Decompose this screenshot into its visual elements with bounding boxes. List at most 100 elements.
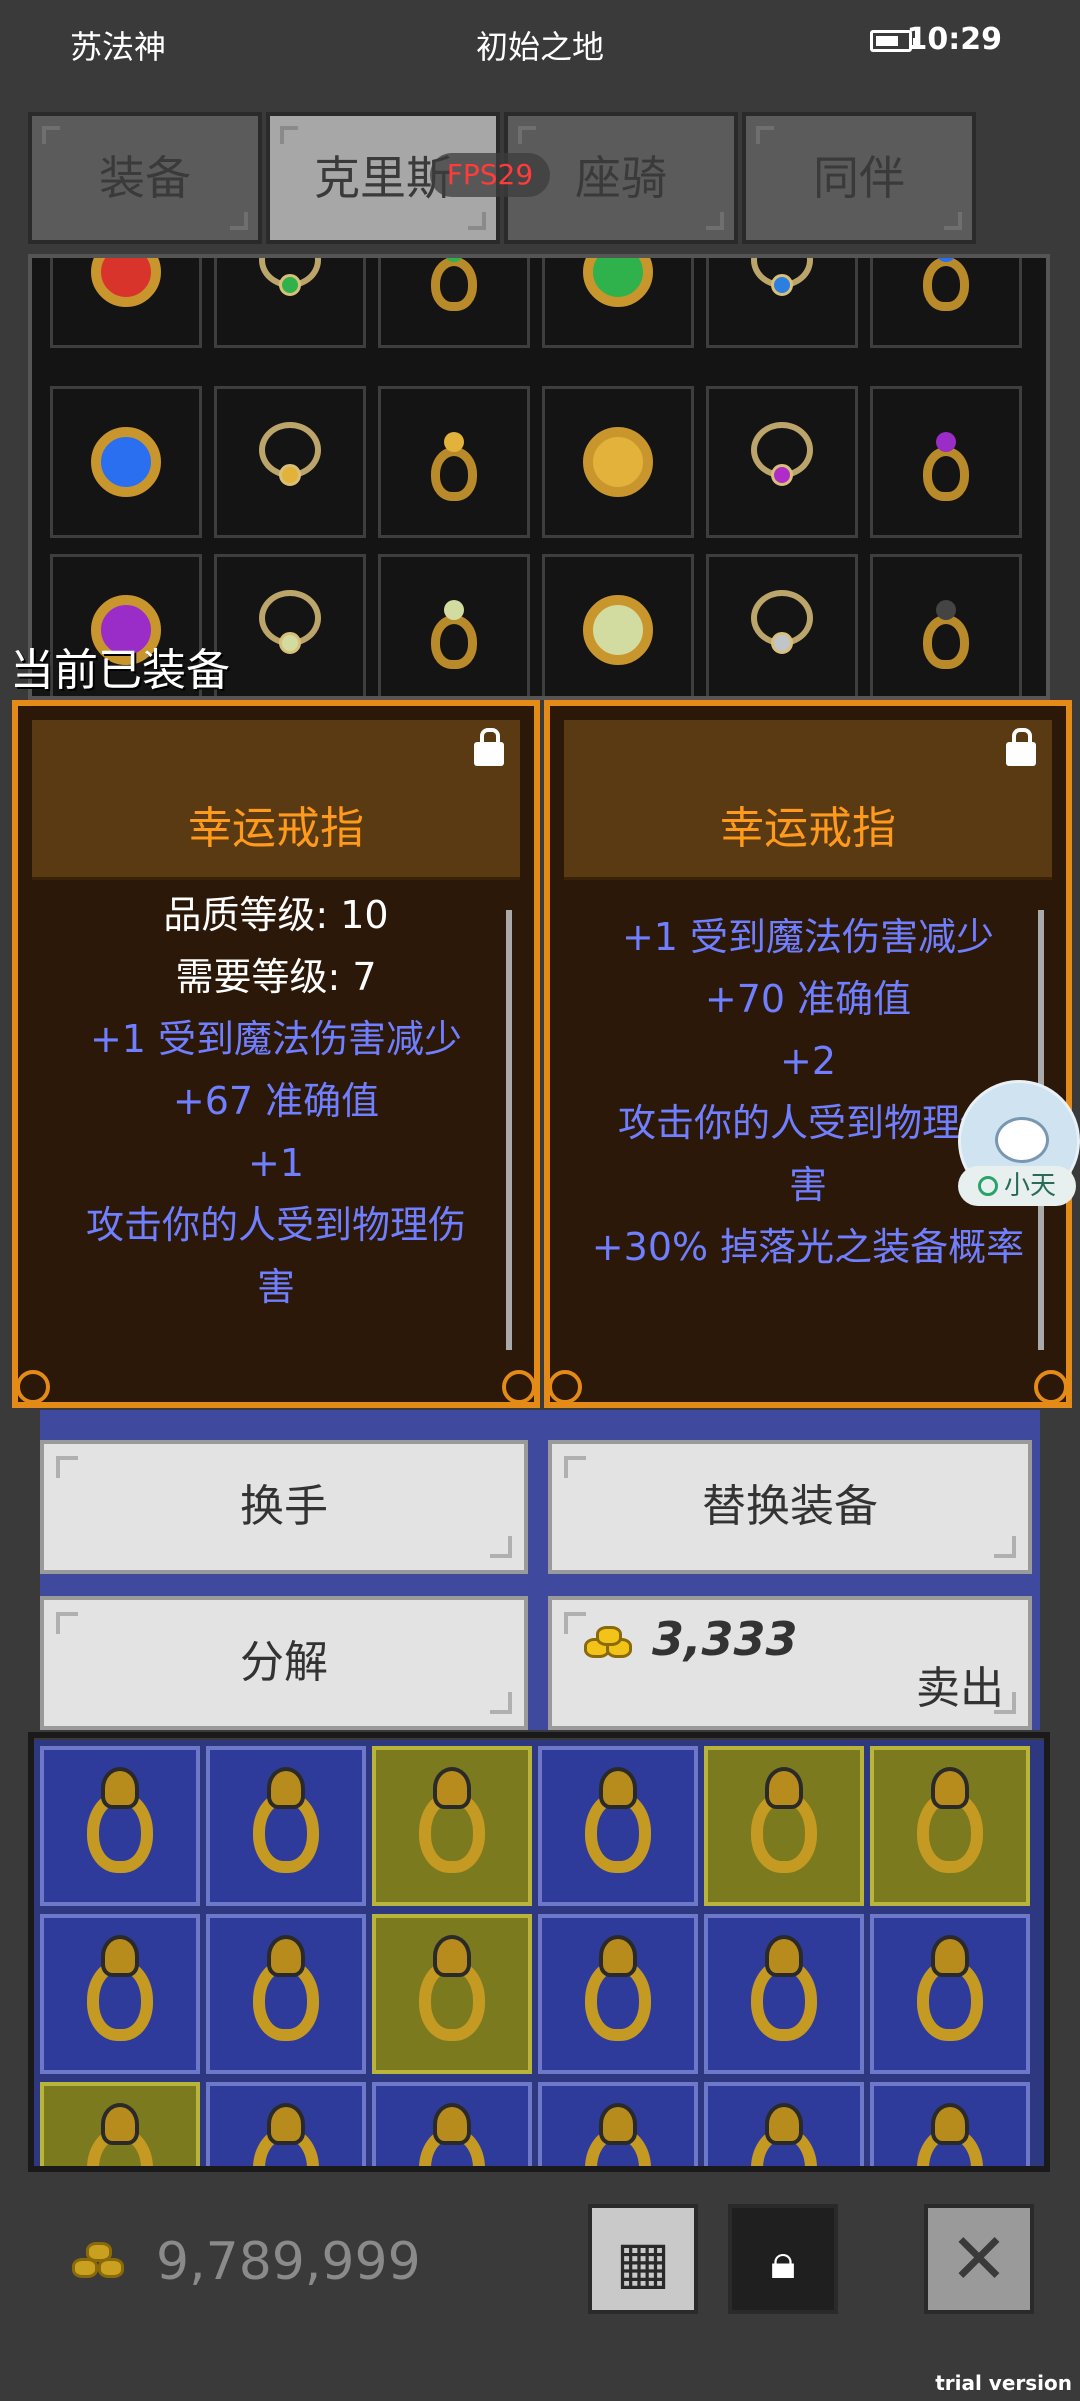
- grid-icon: ▦: [615, 2228, 671, 2296]
- inventory-slot[interactable]: [704, 1914, 864, 2074]
- trial-watermark: trial version: [935, 2371, 1072, 2395]
- ring-icon: [253, 1791, 319, 1874]
- lock-icon[interactable]: [1006, 728, 1036, 766]
- corner-ornament: [1034, 1370, 1068, 1404]
- assistant-label[interactable]: 小天: [958, 1166, 1076, 1206]
- amulet-icon: [583, 258, 653, 307]
- amulet-icon: [91, 427, 161, 497]
- item-slot[interactable]: [542, 386, 694, 538]
- corner-decoration: [280, 126, 298, 144]
- item-slot[interactable]: [50, 386, 202, 538]
- item-slot[interactable]: [542, 258, 694, 348]
- corner-decoration: [564, 1612, 586, 1634]
- inventory-slot[interactable]: [372, 1746, 532, 1906]
- inventory-slot[interactable]: [372, 2082, 532, 2170]
- item-slot[interactable]: [378, 554, 530, 696]
- stat-line: 攻击你的人受到物理伤: [85, 1203, 466, 1247]
- ring-icon: [917, 2127, 983, 2170]
- amulet-icon: [583, 595, 653, 665]
- corner-decoration: [994, 1536, 1016, 1558]
- item-slot[interactable]: [50, 258, 202, 348]
- inventory-slot[interactable]: [40, 1746, 200, 1906]
- inventory-slot[interactable]: [704, 2082, 864, 2170]
- stat-line: +2: [779, 1039, 837, 1083]
- ring-icon: [585, 2127, 651, 2170]
- necklace-icon: [751, 422, 813, 487]
- corner-decoration: [518, 126, 536, 144]
- inventory-slot[interactable]: [870, 1746, 1030, 1906]
- stat-line: +1 受到魔法伤害减少: [621, 915, 995, 959]
- stat-line: +1: [247, 1141, 305, 1185]
- ring-icon: [87, 1959, 153, 2042]
- ring-icon: [431, 431, 477, 501]
- lock-button[interactable]: 🔒︎: [728, 2204, 838, 2314]
- close-button[interactable]: ✕: [924, 2204, 1034, 2314]
- coins-icon: [72, 2240, 136, 2290]
- ring-icon: [917, 1959, 983, 2042]
- ring-icon: [751, 1791, 817, 1874]
- tab-label: 装备: [99, 151, 191, 205]
- item-slot[interactable]: [214, 554, 366, 696]
- stat-line: +30% 掉落光之装备概率: [591, 1225, 1025, 1269]
- stat-line: 需要等级: 7: [175, 955, 377, 999]
- inventory-slot[interactable]: [704, 1746, 864, 1906]
- equipped-item-card[interactable]: 幸运戒指 品质等级: 10 需要等级: 7 +1 受到魔法伤害减少 +67 准确…: [12, 700, 540, 1408]
- item-slot[interactable]: [378, 386, 530, 538]
- item-slot[interactable]: [706, 258, 858, 348]
- disassemble-button[interactable]: 分解: [40, 1596, 528, 1730]
- corner-decoration: [56, 1456, 78, 1478]
- inventory-slot[interactable]: [870, 1914, 1030, 2074]
- item-stats[interactable]: 品质等级: 10 需要等级: 7 +1 受到魔法伤害减少 +67 准确值 +1 …: [32, 884, 520, 1342]
- ring-icon: [751, 2127, 817, 2170]
- inventory-slot[interactable]: [538, 1746, 698, 1906]
- inventory-slot[interactable]: [40, 2082, 200, 2170]
- lock-icon[interactable]: [474, 728, 504, 766]
- inventory-slot[interactable]: [206, 1746, 366, 1906]
- item-slot[interactable]: [870, 386, 1022, 538]
- inventory-slot[interactable]: [538, 1914, 698, 2074]
- button-label: 换手: [240, 1481, 328, 1532]
- inventory-slot[interactable]: [372, 1914, 532, 2074]
- item-slot[interactable]: [378, 258, 530, 348]
- sort-grid-button[interactable]: ▦: [588, 2204, 698, 2314]
- scrollbar[interactable]: [506, 910, 512, 1350]
- card-header: 幸运戒指: [32, 720, 520, 880]
- equipped-label: 当前已装备: [10, 645, 230, 696]
- corner-ornament: [16, 1370, 50, 1404]
- stat-line: 品质等级: 10: [163, 893, 389, 937]
- amulet-icon: [583, 427, 653, 497]
- item-slot[interactable]: [706, 386, 858, 538]
- inventory-slot[interactable]: [206, 1914, 366, 2074]
- stat-line: +70 准确值: [704, 977, 912, 1021]
- swap-hand-button[interactable]: 换手: [40, 1440, 528, 1574]
- inventory-slot[interactable]: [40, 1914, 200, 2074]
- inventory-slot[interactable]: [870, 2082, 1030, 2170]
- gold-total: 9,789,999: [156, 2232, 421, 2292]
- ring-icon: [419, 1959, 485, 2042]
- item-slot[interactable]: [870, 258, 1022, 348]
- item-slot[interactable]: [870, 554, 1022, 696]
- item-slot[interactable]: [706, 554, 858, 696]
- necklace-icon: [259, 258, 321, 297]
- item-slot[interactable]: [542, 554, 694, 696]
- inventory-slot[interactable]: [538, 2082, 698, 2170]
- corner-decoration: [56, 1612, 78, 1634]
- ring-icon: [585, 1959, 651, 2042]
- necklace-icon: [259, 590, 321, 655]
- ring-icon: [923, 431, 969, 501]
- tab-companion[interactable]: 同伴: [742, 112, 976, 244]
- replace-equipment-button[interactable]: 替换装备: [548, 1440, 1032, 1574]
- tab-equipment[interactable]: 装备: [28, 112, 262, 244]
- item-slot[interactable]: [214, 386, 366, 538]
- item-title: 幸运戒指: [720, 803, 896, 854]
- ring-icon: [751, 1959, 817, 2042]
- corner-decoration: [42, 126, 60, 144]
- item-slot[interactable]: [214, 258, 366, 348]
- corner-decoration: [564, 1456, 586, 1478]
- inventory-slot[interactable]: [206, 2082, 366, 2170]
- ring-icon: [431, 599, 477, 669]
- inventory-grid[interactable]: [34, 1740, 1046, 2170]
- stat-line: 害: [256, 1265, 295, 1309]
- clock: 10:29: [906, 22, 1003, 57]
- compare-item-card[interactable]: 幸运戒指 +1 受到魔法伤害减少 +70 准确值 +2 攻击你的人受到物理伤 害…: [544, 700, 1072, 1408]
